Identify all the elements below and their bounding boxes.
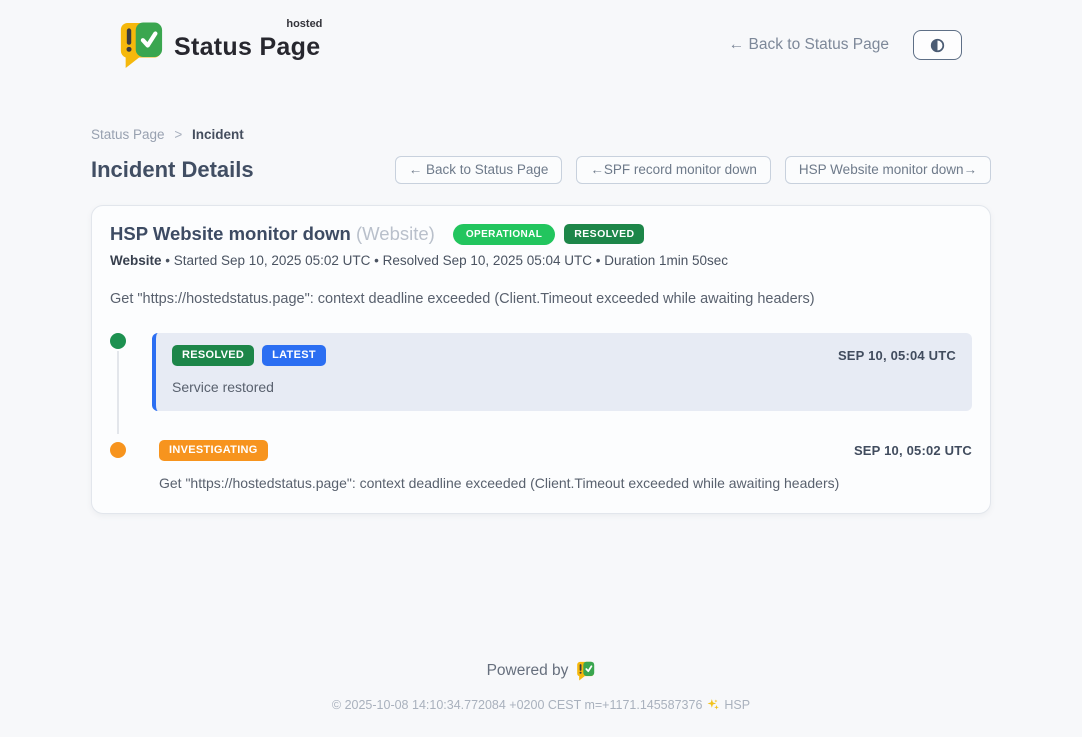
copyright-text: © 2025-10-08 14:10:34.772084 +0200 CEST … — [332, 698, 703, 712]
next-incident-button[interactable]: HSP Website monitor down→ — [785, 156, 991, 184]
contrast-icon — [929, 37, 946, 54]
timeline-message: Get "https://hostedstatus.page": context… — [159, 475, 972, 491]
incident-timeline: RESOLVED LATEST SEP 10, 05:04 UTC Servic… — [110, 333, 972, 491]
resolved-badge: RESOLVED — [172, 345, 254, 366]
incident-status-badges: OPERATIONAL RESOLVED — [453, 224, 645, 245]
operational-badge: OPERATIONAL — [453, 224, 555, 245]
copyright-brand: HSP — [724, 698, 750, 712]
timeline-connector-line — [117, 351, 119, 434]
brand-name: Status Page — [174, 33, 320, 61]
incident-nav-buttons: ← Back to Status Page ←SPF record monito… — [395, 156, 991, 184]
brand-logo-icon — [118, 21, 164, 69]
back-to-status-page-button[interactable]: ← Back to Status Page — [395, 156, 563, 184]
timeline-event-resolved: RESOLVED LATEST SEP 10, 05:04 UTC Servic… — [110, 333, 972, 411]
timeline-message: Service restored — [172, 379, 956, 395]
powered-by-label: Powered by — [487, 662, 569, 680]
incident-card: HSP Website monitor down (Website) OPERA… — [91, 205, 991, 514]
timeline-dot-resolved — [110, 333, 126, 349]
timeline-dot-investigating — [110, 442, 126, 458]
timeline-event-investigating: INVESTIGATING SEP 10, 05:02 UTC Get "htt… — [110, 439, 972, 491]
breadcrumb: Status Page > Incident — [91, 127, 991, 142]
incident-service-suffix: (Website) — [356, 223, 435, 244]
incident-title-row: HSP Website monitor down (Website) OPERA… — [110, 223, 972, 245]
breadcrumb-status-page[interactable]: Status Page — [91, 127, 165, 142]
incident-meta: Website • Started Sep 10, 2025 05:02 UTC… — [110, 253, 972, 268]
header-actions: ← Back to Status Page — [729, 30, 962, 60]
incident-description: Get "https://hostedstatus.page": context… — [110, 291, 972, 307]
main-content: Status Page > Incident Incident Details … — [91, 76, 991, 514]
status-page-app: hosted Status Page ← Back to Status Page… — [0, 0, 1082, 737]
incident-service-name: Website — [110, 253, 162, 268]
brand-superscript: hosted — [286, 18, 322, 30]
timeline-timestamp: SEP 10, 05:04 UTC — [838, 348, 956, 363]
header: hosted Status Page ← Back to Status Page — [0, 0, 1082, 76]
prev-incident-button[interactable]: ←SPF record monitor down — [576, 156, 771, 184]
page-title: Incident Details — [91, 157, 254, 183]
timeline-timestamp: SEP 10, 05:02 UTC — [854, 443, 972, 458]
footer: Powered by © 2025-10-08 14:10:34.772084 … — [0, 661, 1082, 737]
timeline-entry-head: INVESTIGATING SEP 10, 05:02 UTC — [159, 440, 972, 461]
breadcrumb-incident: Incident — [192, 127, 244, 142]
brand-text: hosted Status Page — [174, 21, 320, 62]
investigating-badge: INVESTIGATING — [159, 440, 268, 461]
resolved-badge: RESOLVED — [564, 224, 644, 244]
back-to-status-page-link[interactable]: ← Back to Status Page — [729, 36, 889, 54]
title-row: Incident Details ← Back to Status Page ←… — [91, 156, 991, 184]
hsp-logo-icon[interactable] — [576, 661, 595, 681]
timeline-entry-head: RESOLVED LATEST SEP 10, 05:04 UTC — [172, 345, 956, 366]
incident-title: HSP Website monitor down (Website) — [110, 223, 435, 245]
incident-meta-details: • Started Sep 10, 2025 05:02 UTC • Resol… — [165, 253, 728, 268]
theme-toggle-button[interactable] — [913, 30, 962, 60]
copyright-line: © 2025-10-08 14:10:34.772084 +0200 CEST … — [0, 698, 1082, 712]
powered-by: Powered by — [0, 661, 1082, 681]
timeline-entry-latest: RESOLVED LATEST SEP 10, 05:04 UTC Servic… — [152, 333, 972, 411]
breadcrumb-separator: > — [174, 127, 182, 142]
latest-badge: LATEST — [262, 345, 326, 366]
timeline-entry: INVESTIGATING SEP 10, 05:02 UTC Get "htt… — [152, 439, 972, 491]
brand-logo[interactable]: hosted Status Page — [118, 21, 320, 69]
sparkles-icon — [706, 698, 720, 712]
incident-name: HSP Website monitor down — [110, 223, 351, 244]
